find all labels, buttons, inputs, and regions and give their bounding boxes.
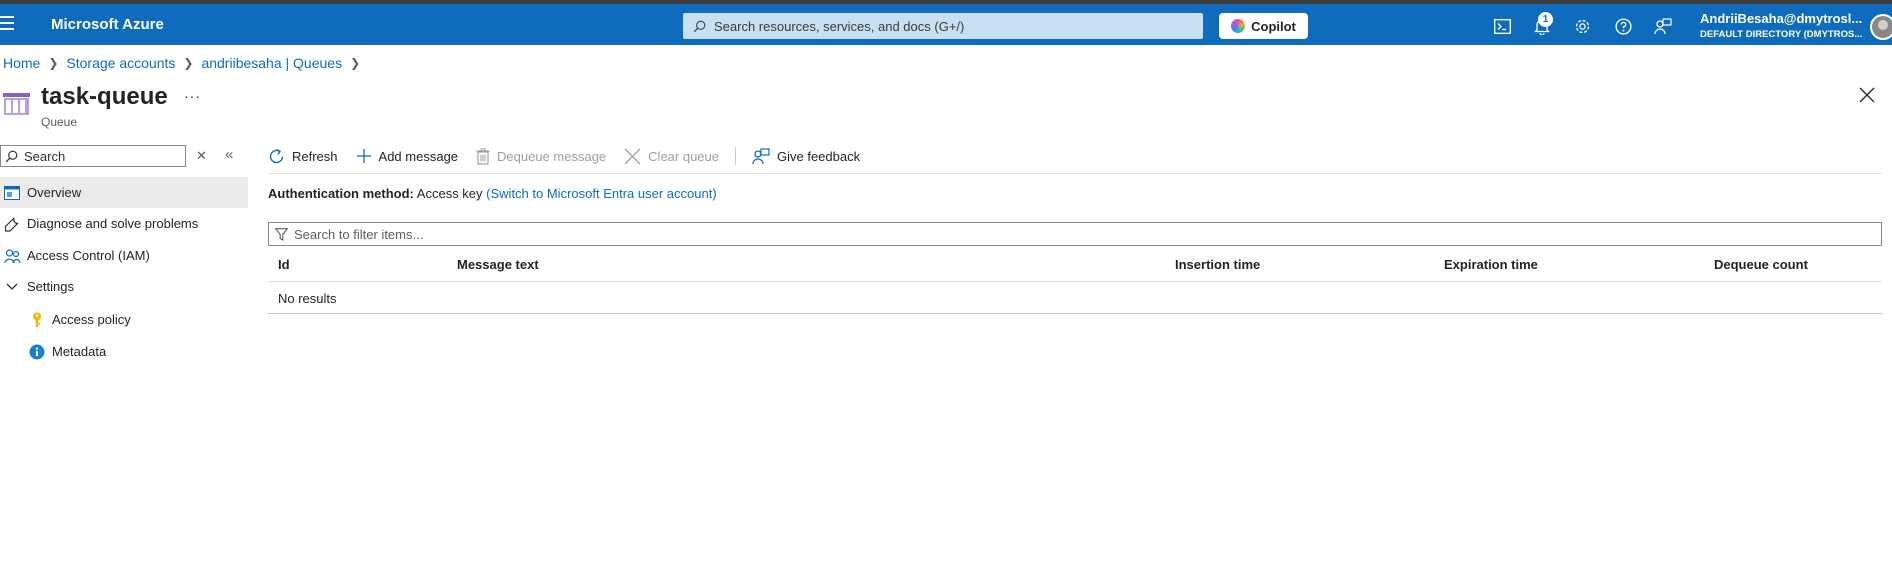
sidebar-search[interactable] [0, 145, 186, 167]
chevron-right-icon: ❯ [48, 56, 59, 70]
give-feedback-button[interactable]: Give feedback [752, 147, 861, 165]
auth-value: Access key [416, 186, 483, 201]
chevron-right-icon: ❯ [350, 56, 361, 70]
terminal-icon [1493, 18, 1511, 34]
cloud-shell-button[interactable] [1492, 16, 1512, 36]
search-icon [693, 20, 706, 32]
brand-name[interactable]: Microsoft Azure [51, 16, 164, 33]
avatar[interactable] [1870, 14, 1892, 40]
page-subtitle: Queue [41, 115, 78, 129]
settings-button[interactable] [1572, 16, 1592, 36]
column-header-expiration-time[interactable]: Expiration time [1444, 257, 1538, 272]
copilot-icon [1231, 19, 1246, 33]
table-header: Id Message text Insertion time Expiratio… [268, 253, 1882, 282]
clear-queue-label: Clear queue [648, 148, 719, 164]
x-icon [624, 148, 641, 164]
more-options-button[interactable]: ··· [184, 88, 201, 104]
authentication-method: Authentication method: Access key (Switc… [268, 186, 717, 201]
chevron-down-icon [3, 278, 21, 296]
chevron-right-icon: ❯ [183, 56, 194, 70]
dequeue-message-label: Dequeue message [497, 148, 607, 164]
filter-input[interactable] [294, 226, 1794, 242]
refresh-icon [269, 148, 284, 163]
sidebar-item-access-policy[interactable]: Access policy [0, 304, 248, 335]
user-directory: DEFAULT DIRECTORY (DMYTROS... [1700, 29, 1863, 40]
queue-icon [3, 93, 30, 115]
account-menu[interactable]: AndriiBesaha@dmytrosl... DEFAULT DIRECTO… [1700, 11, 1870, 40]
notification-count-badge: 1 [1538, 12, 1553, 27]
add-message-label: Add message [378, 148, 459, 164]
command-bar-divider [268, 173, 1882, 174]
sidebar-item-label: Settings [27, 279, 74, 294]
sidebar-item-iam[interactable]: Access Control (IAM) [0, 240, 248, 271]
gear-icon [1575, 19, 1589, 33]
table-empty-row: No results [268, 283, 1882, 314]
column-header-insertion-time[interactable]: Insertion time [1175, 257, 1260, 272]
refresh-button[interactable]: Refresh [268, 148, 338, 165]
info-icon [28, 343, 46, 361]
help-icon [1614, 17, 1632, 35]
column-header-dequeue-count[interactable]: Dequeue count [1714, 257, 1808, 272]
sidebar-item-diagnose[interactable]: Diagnose and solve problems [0, 208, 248, 239]
feedback-person-icon [752, 147, 770, 164]
trash-icon [476, 147, 490, 165]
copilot-button[interactable]: Copilot [1219, 13, 1308, 39]
help-button[interactable] [1613, 16, 1633, 36]
search-icon [5, 150, 18, 162]
sidebar-item-label: Diagnose and solve problems [27, 216, 199, 231]
switch-auth-link[interactable]: (Switch to Microsoft Entra user account) [486, 186, 716, 201]
feedback-person-icon [1654, 17, 1672, 34]
sidebar-item-label: Metadata [52, 344, 107, 359]
sidebar-item-label: Overview [27, 185, 82, 200]
clear-queue-button[interactable]: Clear queue [624, 148, 719, 165]
sidebar-group-settings[interactable]: Settings [0, 271, 248, 302]
breadcrumb-queues[interactable]: andriibesaha | Queues [201, 55, 342, 71]
give-feedback-label: Give feedback [777, 148, 861, 164]
collapse-sidebar-button[interactable]: « [225, 146, 233, 163]
close-blade-icon[interactable] [1858, 86, 1876, 104]
top-navigation-bar: Microsoft Azure Copilot 1 [0, 4, 1892, 45]
column-header-message-text[interactable]: Message text [457, 257, 539, 272]
key-icon [28, 311, 46, 329]
wrench-icon [3, 215, 21, 233]
overview-icon [3, 184, 21, 202]
breadcrumb-home[interactable]: Home [3, 55, 40, 71]
filter-icon [275, 227, 288, 241]
sidebar-item-label: Access Control (IAM) [27, 248, 150, 263]
plus-icon [356, 149, 371, 163]
copilot-label: Copilot [1251, 18, 1296, 34]
add-message-button[interactable]: Add message [356, 148, 459, 164]
global-search-input[interactable] [714, 18, 1194, 34]
user-name: AndriiBesaha@dmytrosl... [1700, 11, 1863, 26]
filter-box[interactable] [268, 222, 1882, 246]
global-search-box[interactable] [683, 13, 1203, 39]
sidebar-item-label: Access policy [52, 312, 131, 327]
column-header-id[interactable]: Id [278, 257, 290, 272]
people-icon [3, 247, 21, 265]
empty-results-text: No results [278, 291, 337, 306]
sidebar-item-overview[interactable]: Overview [0, 177, 248, 208]
page-title: task-queue [41, 83, 168, 110]
dequeue-message-button[interactable]: Dequeue message [476, 147, 607, 165]
auth-label: Authentication method: [268, 186, 414, 201]
feedback-button[interactable] [1653, 16, 1673, 36]
refresh-label: Refresh [292, 148, 338, 164]
breadcrumb-storage-accounts[interactable]: Storage accounts [66, 55, 175, 71]
clear-search-button[interactable]: ✕ [196, 148, 207, 164]
command-bar: Refresh Add message Dequeue message Clea… [268, 144, 878, 168]
toolbar-divider [735, 147, 736, 165]
portal-menu-button[interactable] [0, 16, 16, 33]
breadcrumb: Home ❯ Storage accounts ❯ andriibesaha |… [3, 55, 368, 71]
sidebar-search-input[interactable] [24, 148, 174, 164]
sidebar-item-metadata[interactable]: Metadata [0, 336, 248, 367]
